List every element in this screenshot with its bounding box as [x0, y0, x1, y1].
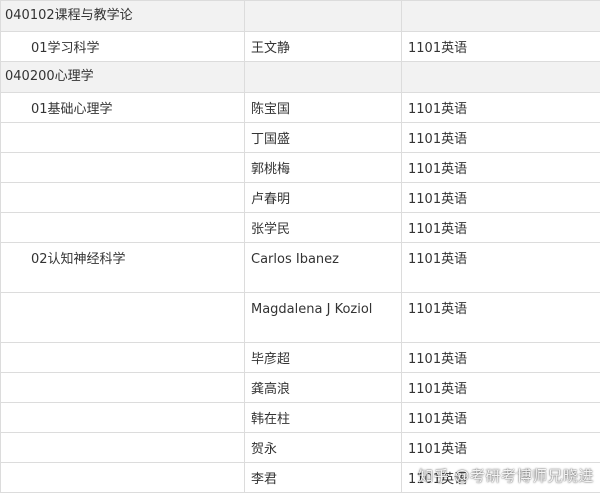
research-direction — [0, 182, 245, 213]
research-direction — [0, 462, 245, 493]
table-row: 毕彦超 1101英语 — [0, 342, 600, 373]
teacher-name: 毕彦超 — [244, 342, 402, 373]
section-code: 040200心理学 — [0, 61, 245, 93]
teacher-name: 李君 — [244, 462, 402, 493]
exam-subject: 1101英语 — [401, 212, 600, 243]
exam-subject: 1101英语 — [401, 182, 600, 213]
exam-subject: 1101英语 — [401, 31, 600, 62]
table-row: 贺永 1101英语 — [0, 432, 600, 463]
teacher-name: 贺永 — [244, 432, 402, 463]
teacher-name: 卢春明 — [244, 182, 402, 213]
exam-subject: 1101英语 — [401, 432, 600, 463]
research-direction — [0, 122, 245, 153]
empty-cell — [244, 0, 402, 32]
majors-table: 040102课程与教学论 01学习科学 王文静 1101英语 040200心理学… — [0, 0, 600, 493]
teacher-name: 陈宝国 — [244, 92, 402, 123]
table-row: 01学习科学 王文静 1101英语 — [0, 31, 600, 62]
empty-cell — [244, 61, 402, 93]
section-code: 040102课程与教学论 — [0, 0, 245, 32]
exam-subject: 1101英语 — [401, 122, 600, 153]
table-row: 02认知神经科学 Carlos Ibanez 1101英语 — [0, 242, 600, 293]
table-row: 01基础心理学 陈宝国 1101英语 — [0, 92, 600, 123]
teacher-name: Carlos Ibanez — [244, 242, 402, 293]
exam-subject: 1101英语 — [401, 342, 600, 373]
teacher-name: 龚高浪 — [244, 372, 402, 403]
teacher-name: Magdalena J Koziol — [244, 292, 402, 343]
section-row: 040102课程与教学论 — [0, 0, 600, 32]
empty-cell — [401, 61, 600, 93]
exam-subject: 1101英语 — [401, 292, 600, 343]
watermark: 知乎 @考研考博师兄晓进 — [418, 467, 594, 485]
table-row: 卢春明 1101英语 — [0, 182, 600, 213]
teacher-name: 韩在柱 — [244, 402, 402, 433]
research-direction — [0, 342, 245, 373]
research-direction — [0, 402, 245, 433]
research-direction — [0, 372, 245, 403]
table-row: 龚高浪 1101英语 — [0, 372, 600, 403]
empty-cell — [401, 0, 600, 32]
teacher-name: 张学民 — [244, 212, 402, 243]
table-row: 丁国盛 1101英语 — [0, 122, 600, 153]
table-row: 郭桃梅 1101英语 — [0, 152, 600, 183]
research-direction — [0, 152, 245, 183]
exam-subject: 1101英语 — [401, 152, 600, 183]
research-direction: 02认知神经科学 — [0, 242, 245, 293]
exam-subject: 1101英语 — [401, 372, 600, 403]
research-direction — [0, 212, 245, 243]
exam-subject: 1101英语 — [401, 242, 600, 293]
research-direction — [0, 432, 245, 463]
research-direction: 01基础心理学 — [0, 92, 245, 123]
teacher-name: 丁国盛 — [244, 122, 402, 153]
teacher-name: 郭桃梅 — [244, 152, 402, 183]
research-direction: 01学习科学 — [0, 31, 245, 62]
teacher-name: 王文静 — [244, 31, 402, 62]
exam-subject: 1101英语 — [401, 402, 600, 433]
research-direction — [0, 292, 245, 343]
table-row: 韩在柱 1101英语 — [0, 402, 600, 433]
table-row: 张学民 1101英语 — [0, 212, 600, 243]
section-row: 040200心理学 — [0, 61, 600, 93]
table-row: Magdalena J Koziol 1101英语 — [0, 292, 600, 343]
exam-subject: 1101英语 — [401, 92, 600, 123]
